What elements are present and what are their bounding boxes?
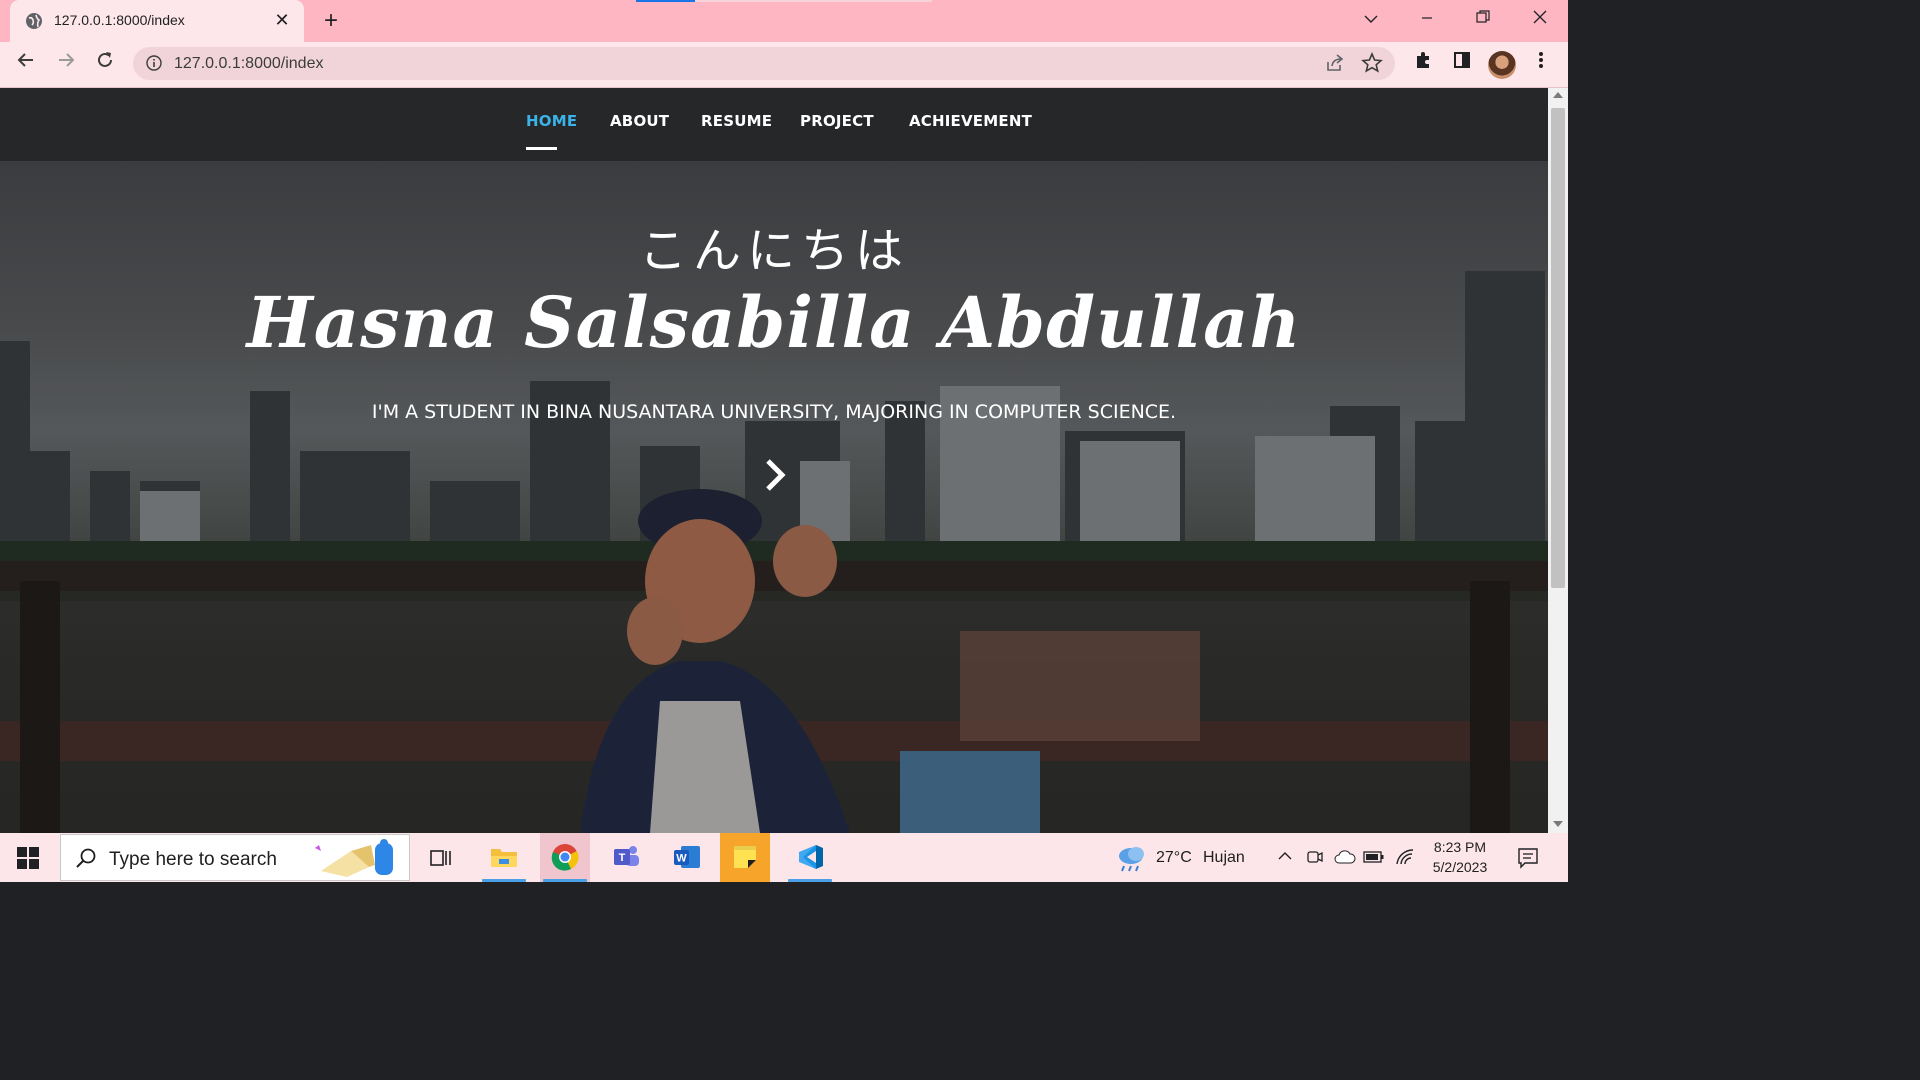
star-icon[interactable]: [1361, 52, 1383, 74]
profile-avatar[interactable]: [1488, 51, 1516, 79]
globe-icon: [26, 13, 42, 29]
search-highlight-illustration: [315, 839, 393, 877]
menu-icon[interactable]: [1527, 50, 1555, 78]
onedrive-icon[interactable]: [1334, 849, 1356, 865]
back-icon[interactable]: [12, 50, 40, 78]
word-icon[interactable]: W: [662, 833, 712, 882]
svg-text:T: T: [619, 852, 626, 864]
weather-temp[interactable]: 27°C: [1156, 849, 1192, 898]
nav-project[interactable]: PROJECT: [800, 112, 874, 130]
tab-search-chevron-icon[interactable]: [1356, 8, 1386, 32]
scrollbar-thumb[interactable]: [1551, 108, 1565, 588]
side-panel-icon[interactable]: [1448, 50, 1476, 78]
taskbar-search-box[interactable]: Type here to search: [60, 834, 410, 881]
task-view-icon[interactable]: [416, 833, 466, 882]
wifi-icon[interactable]: [1395, 848, 1415, 866]
browser-title-bar: 127.0.0.1:8000/index ✕ +: [0, 0, 1568, 42]
svg-text:W: W: [676, 853, 687, 865]
running-indicator: [543, 879, 587, 882]
notification-center-icon[interactable]: [1517, 847, 1539, 869]
site-navbar: HOME ABOUT RESUME PROJECT ACHIEVEMENT: [0, 88, 1548, 161]
sticky-notes-icon[interactable]: [720, 833, 770, 882]
reload-icon[interactable]: [91, 50, 119, 78]
tab-title: 127.0.0.1:8000/index: [54, 12, 185, 28]
nav-resume[interactable]: RESUME: [701, 112, 772, 130]
vscode-icon[interactable]: [785, 833, 835, 882]
windows-start-icon[interactable]: [17, 847, 39, 869]
address-bar[interactable]: 127.0.0.1:8000/index: [133, 47, 1395, 80]
nav-about[interactable]: ABOUT: [610, 112, 669, 130]
meet-now-icon[interactable]: [1306, 848, 1324, 866]
chevron-up-icon[interactable]: [1278, 851, 1292, 861]
browser-tab[interactable]: 127.0.0.1:8000/index ✕: [10, 0, 304, 42]
active-nav-underline: [526, 147, 557, 150]
web-page: HOME ABOUT RESUME PROJECT ACHIEVEMENT こん…: [0, 88, 1548, 833]
hero-greeting: こんにちは: [638, 223, 909, 279]
nav-achievement[interactable]: ACHIEVEMENT: [909, 112, 1032, 130]
clock-date: 5/2/2023: [1432, 859, 1488, 875]
teams-icon[interactable]: T: [601, 833, 651, 882]
minimize-button[interactable]: [1412, 8, 1442, 32]
browser-toolbar: 127.0.0.1:8000/index: [0, 42, 1568, 88]
hero-section: こんにちは Hasna Salsabilla Abdullah I'M A ST…: [0, 161, 1548, 833]
clock-time: 8:23 PM: [1433, 839, 1487, 855]
hero-name: Hasna Salsabilla Abdullah: [246, 281, 1302, 364]
running-indicator: [788, 879, 832, 882]
loading-progress: [636, 0, 932, 2]
running-indicator: [482, 879, 526, 882]
page-scrollbar[interactable]: [1548, 88, 1568, 833]
forward-icon[interactable]: [52, 50, 80, 78]
new-tab-button[interactable]: +: [318, 8, 344, 34]
weather-condition[interactable]: Hujan: [1203, 849, 1245, 898]
file-explorer-icon[interactable]: [479, 833, 529, 882]
chrome-icon[interactable]: [540, 833, 590, 882]
carousel-next-icon[interactable]: [762, 457, 788, 493]
system-clock[interactable]: 8:23 PM 5/2/2023: [1418, 837, 1502, 877]
restore-button[interactable]: [1468, 8, 1498, 32]
windows-taskbar: Type here to search T W 27°C Hujan 8:23 …: [0, 833, 1568, 882]
url-text[interactable]: 127.0.0.1:8000/index: [174, 55, 323, 73]
scroll-down-icon[interactable]: [1553, 821, 1563, 827]
share-icon[interactable]: [1325, 53, 1345, 73]
hero-tagline: I'M A STUDENT IN BINA NUSANTARA UNIVERSI…: [371, 401, 1177, 423]
info-icon[interactable]: [146, 55, 162, 71]
extensions-icon[interactable]: [1409, 50, 1437, 78]
scroll-up-icon[interactable]: [1553, 92, 1563, 98]
nav-home[interactable]: HOME: [526, 112, 577, 130]
search-placeholder: Type here to search: [109, 849, 277, 870]
tab-close-button[interactable]: ✕: [272, 10, 292, 30]
search-icon: [76, 848, 96, 868]
weather-rain-icon[interactable]: [1116, 844, 1148, 872]
close-window-button[interactable]: [1525, 8, 1555, 32]
battery-icon[interactable]: [1363, 850, 1385, 864]
